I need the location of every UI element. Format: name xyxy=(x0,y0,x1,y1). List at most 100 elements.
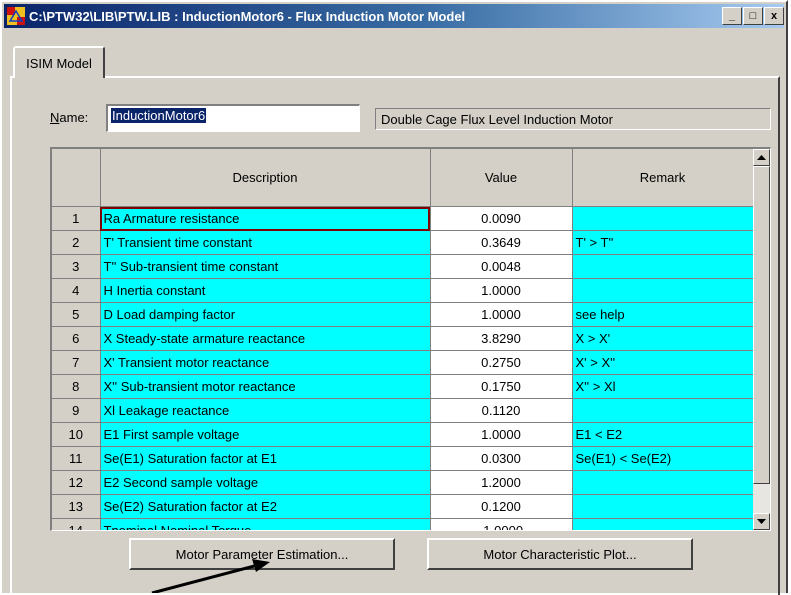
row-number: 1 xyxy=(52,206,101,231)
motor-parameter-estimation-button[interactable]: Motor Parameter Estimation... xyxy=(129,538,395,570)
remark-cell xyxy=(572,206,754,231)
value-cell[interactable]: 1.0000 xyxy=(430,302,573,327)
scroll-down-button[interactable] xyxy=(753,513,770,530)
value-cell[interactable]: 0.2750 xyxy=(430,350,573,375)
caption-buttons: _ □ x xyxy=(721,7,784,25)
table-row[interactable]: 12 E2 Second sample voltage 1.2000 xyxy=(52,470,754,495)
value-cell[interactable]: 0.0048 xyxy=(430,254,573,279)
value-cell[interactable]: 0.1120 xyxy=(430,398,573,423)
remark-cell: X'' > Xl xyxy=(572,374,754,399)
scroll-thumb[interactable] xyxy=(753,166,770,484)
scroll-up-button[interactable] xyxy=(753,149,770,166)
scroll-down-icon xyxy=(757,519,766,524)
minimize-icon: _ xyxy=(728,9,736,22)
table-row[interactable]: 2 T' Transient time constant 0.3649 T' > T'… xyxy=(52,230,754,255)
row-number: 6 xyxy=(52,326,101,351)
row-number: 10 xyxy=(52,422,101,447)
description-cell[interactable]: T'' Sub-transient time constant xyxy=(100,254,431,279)
plot-button-label: Motor Characteristic Plot... xyxy=(483,546,637,562)
maximize-icon: □ xyxy=(749,9,757,22)
remark-cell xyxy=(572,518,754,530)
table-row[interactable]: 13 Se(E2) Saturation factor at E2 0.1200 xyxy=(52,494,754,519)
description-cell[interactable]: Ra Armature resistance xyxy=(100,206,431,231)
row-number: 5 xyxy=(52,302,101,327)
app-icon xyxy=(7,7,25,25)
table-row[interactable]: 9 Xl Leakage reactance 0.1120 xyxy=(52,398,754,423)
row-number: 8 xyxy=(52,374,101,399)
value-cell[interactable]: 1.2000 xyxy=(430,470,573,495)
row-number: 13 xyxy=(52,494,101,519)
vertical-scrollbar[interactable] xyxy=(753,149,770,530)
name-input-value: InductionMotor6 xyxy=(111,108,207,123)
remark-header[interactable]: Remark xyxy=(572,149,754,207)
close-button[interactable]: x xyxy=(764,7,784,25)
row-number: 2 xyxy=(52,230,101,255)
scroll-up-icon xyxy=(757,155,766,160)
value-cell[interactable]: 0.1750 xyxy=(430,374,573,399)
value-cell[interactable]: 0.0090 xyxy=(430,206,573,231)
description-cell[interactable]: Se(E2) Saturation factor at E2 xyxy=(100,494,431,519)
description-cell[interactable]: X Steady-state armature reactance xyxy=(100,326,431,351)
description-cell[interactable]: H Inertia constant xyxy=(100,278,431,303)
remark-cell xyxy=(572,278,754,303)
name-label: Name: xyxy=(50,110,88,125)
description-cell[interactable]: Se(E1) Saturation factor at E1 xyxy=(100,446,431,471)
row-number: 11 xyxy=(52,446,101,471)
row-number: 14 xyxy=(52,518,101,530)
window-title: C:\PTW32\LIB\PTW.LIB : InductionMotor6 -… xyxy=(29,8,466,24)
description-cell[interactable]: Xl Leakage reactance xyxy=(100,398,431,423)
value-cell[interactable]: 1.0000 xyxy=(430,422,573,447)
remark-cell xyxy=(572,254,754,279)
row-number: 12 xyxy=(52,470,101,495)
title-bar[interactable]: C:\PTW32\LIB\PTW.LIB : InductionMotor6 -… xyxy=(4,4,784,28)
table-row[interactable]: 1 Ra Armature resistance 0.0090 xyxy=(52,206,754,231)
row-number: 3 xyxy=(52,254,101,279)
name-input[interactable]: InductionMotor6 xyxy=(106,104,360,132)
value-cell[interactable]: 3.8290 xyxy=(430,326,573,351)
table-row[interactable]: 3 T'' Sub-transient time constant 0.0048 xyxy=(52,254,754,279)
tab-label: ISIM Model xyxy=(26,55,92,71)
parameter-rows: 1 Ra Armature resistance 0.0090 2 T' Transie… xyxy=(52,206,754,530)
remark-cell: X > X' xyxy=(572,326,754,351)
close-icon: x xyxy=(770,9,778,22)
value-header[interactable]: Value xyxy=(430,149,573,207)
estimation-button-label: Motor Parameter Estimation... xyxy=(175,546,349,562)
description-cell[interactable]: E1 First sample voltage xyxy=(100,422,431,447)
description-cell[interactable]: E2 Second sample voltage xyxy=(100,470,431,495)
maximize-button[interactable]: □ xyxy=(743,7,763,25)
table-row[interactable]: 8 X'' Sub-transient motor reactance 0.1750… xyxy=(52,374,754,399)
value-cell[interactable]: 0.0300 xyxy=(430,446,573,471)
row-number-header xyxy=(52,149,101,207)
table-row[interactable]: 14 Tnominal Nominal Torque -1.0000 xyxy=(52,518,754,530)
row-number: 7 xyxy=(52,350,101,375)
description-cell[interactable]: X'' Sub-transient motor reactance xyxy=(100,374,431,399)
table-row[interactable]: 11 Se(E1) Saturation factor at E1 0.0300 Se… xyxy=(52,446,754,471)
description-cell[interactable]: X' Transient motor reactance xyxy=(100,350,431,375)
remark-cell xyxy=(572,398,754,423)
description-cell[interactable]: Tnominal Nominal Torque xyxy=(100,518,431,530)
description-cell[interactable]: T' Transient time constant xyxy=(100,230,431,255)
remark-cell xyxy=(572,494,754,519)
value-cell[interactable]: 1.0000 xyxy=(430,278,573,303)
motor-characteristic-plot-button[interactable]: Motor Characteristic Plot... xyxy=(427,538,693,570)
remark-cell: X' > X'' xyxy=(572,350,754,375)
table-row[interactable]: 4H Inertia constant 1.0000 xyxy=(52,278,754,303)
table-row[interactable]: 10 E1 First sample voltage 1.0000 E1 < E2 xyxy=(52,422,754,447)
value-cell[interactable]: -1.0000 xyxy=(430,518,573,530)
table-row[interactable]: 5D Load damping factor 1.0000 see help xyxy=(52,302,754,327)
remark-cell: see help xyxy=(572,302,754,327)
tab-isim-model[interactable]: ISIM Model xyxy=(13,46,105,78)
remark-cell: Se(E1) < Se(E2) xyxy=(572,446,754,471)
value-cell[interactable]: 0.3649 xyxy=(430,230,573,255)
value-cell[interactable]: 0.1200 xyxy=(430,494,573,519)
table-row[interactable]: 7 X' Transient motor reactance 0.2750 X' > … xyxy=(52,350,754,375)
remark-cell: T' > T'' xyxy=(572,230,754,255)
model-description-field: Double Cage Flux Level Induction Motor xyxy=(375,108,771,130)
minimize-button[interactable]: _ xyxy=(722,7,742,25)
dialog-window: C:\PTW32\LIB\PTW.LIB : InductionMotor6 -… xyxy=(0,0,788,595)
parameter-table: Description Value Remark 1 Ra Armature re… xyxy=(52,149,754,530)
table-row[interactable]: 6X Steady-state armature reactance 3.8290… xyxy=(52,326,754,351)
parameter-grid[interactable]: Description Value Remark 1 Ra Armature re… xyxy=(50,147,771,531)
description-cell[interactable]: D Load damping factor xyxy=(100,302,431,327)
description-header[interactable]: Description xyxy=(100,149,431,207)
